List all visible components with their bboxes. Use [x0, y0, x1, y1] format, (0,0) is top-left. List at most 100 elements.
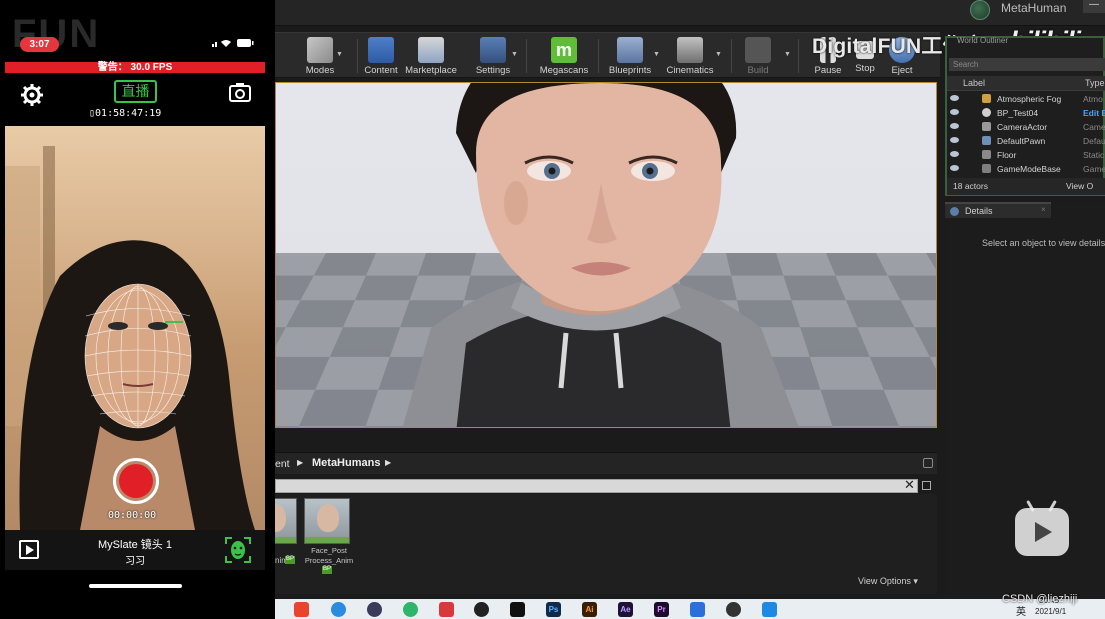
asset-thumbnail[interactable] [304, 498, 350, 544]
taskbar-app-icon[interactable] [726, 602, 741, 617]
illustrator-icon[interactable]: Ai [582, 602, 597, 617]
record-dot [119, 464, 153, 498]
lock-icon[interactable] [923, 458, 933, 468]
row-label: Atmospheric Fog [997, 94, 1062, 104]
column-label-header[interactable]: Label [963, 78, 985, 88]
actor-count: 18 actors [953, 181, 988, 191]
visibility-eye-icon[interactable] [950, 137, 959, 143]
unreal-taskbar-icon[interactable] [474, 602, 489, 617]
content-label: Content [364, 65, 398, 76]
home-indicator[interactable] [89, 584, 182, 588]
outliner-view-options-button[interactable]: View O [1066, 181, 1093, 191]
fps-warning-bar: 警告： 30.0 FPS [5, 62, 265, 73]
after-effects-icon[interactable]: Ae [618, 602, 633, 617]
row-type: Came [1083, 122, 1105, 132]
outliner-search-input[interactable]: Search [949, 58, 1105, 71]
bilibili-tv-icon [1015, 500, 1069, 556]
row-label: Floor [997, 150, 1017, 160]
input-language-indicator[interactable]: 英 [1016, 603, 1026, 618]
row-type: Atmo [1083, 94, 1103, 104]
live-button[interactable]: 直播 [114, 80, 157, 103]
taskbar-app-icon[interactable] [510, 602, 525, 617]
visibility-eye-icon[interactable] [950, 165, 959, 171]
settings-caret-icon[interactable]: ▼ [511, 51, 518, 58]
blueprints-button[interactable]: Blueprints [601, 35, 659, 77]
breadcrumb-arrow-icon[interactable]: ▶ [385, 458, 391, 467]
marketplace-label: Marketplace [405, 65, 457, 76]
taskbar-app-icon[interactable] [439, 602, 454, 617]
build-label: Build [747, 65, 769, 76]
row-label: BP_Test04 [997, 108, 1039, 118]
settings-label: Settings [475, 65, 511, 76]
visibility-eye-icon[interactable] [950, 95, 959, 101]
breadcrumb-metahumans[interactable]: MetaHumans [312, 457, 380, 469]
visibility-eye-icon[interactable] [950, 109, 959, 115]
switch-camera-icon[interactable] [228, 82, 252, 104]
outliner-header: Label Type [947, 76, 1105, 91]
bp-badge: BP [322, 566, 332, 574]
details-tab[interactable]: Details × [945, 202, 1051, 218]
visibility-eye-icon[interactable] [950, 123, 959, 129]
cinematics-button[interactable]: Cinematics [661, 35, 719, 77]
save-search-icon[interactable] [922, 481, 931, 490]
level-viewport[interactable] [275, 82, 937, 428]
breadcrumb-content[interactable]: ent [275, 458, 290, 470]
status-bar-time: 3:07 [20, 37, 59, 52]
record-button[interactable] [113, 458, 159, 504]
taskbar-app-icon[interactable] [403, 602, 418, 617]
marketplace-icon [418, 37, 444, 63]
face-tracking-icon[interactable] [225, 537, 251, 563]
breadcrumb-arrow-icon[interactable]: ▶ [297, 458, 303, 467]
build-caret-icon[interactable]: ▼ [784, 51, 791, 58]
clock-date[interactable]: 2021/9/1 [1035, 607, 1066, 616]
minimize-button[interactable]: — [1083, 0, 1105, 13]
megascans-button[interactable]: m Megascans [535, 35, 593, 77]
outliner-row[interactable]: GameModeBase Game [947, 163, 1105, 176]
row-label: GameModeBase [997, 164, 1061, 174]
blueprints-label: Blueprints [608, 65, 652, 76]
stop-label: Stop [855, 63, 875, 74]
marketplace-button[interactable]: Marketplace [402, 35, 460, 77]
taskbar-app-icon[interactable] [294, 602, 309, 617]
editor-title-bar: MetaHuman — [275, 0, 1105, 26]
edit-blueprint-link[interactable]: Edit B [1083, 108, 1105, 118]
content-browser-path-bar: ent ▶ MetaHumans ▶ [275, 452, 937, 474]
content-icon [368, 37, 394, 63]
outliner-tab[interactable]: World Outliner [957, 36, 1008, 45]
toolbar-separator [526, 39, 527, 73]
content-search-input[interactable]: ✕ [275, 477, 918, 493]
details-empty-hint: Select an object to view details. [982, 238, 1105, 248]
taskbar-app-icon[interactable] [762, 602, 777, 617]
outliner-row[interactable]: CameraActor Came [947, 121, 1105, 134]
modes-icon [307, 37, 333, 63]
phone-live-link-app: FUN 3:07 警告： 30.0 FPS 直播 ▯01:58:47:19 00… [0, 0, 275, 619]
modes-caret-icon[interactable]: ▼ [336, 51, 343, 58]
close-icon[interactable]: × [1041, 205, 1046, 214]
content-view-options-button[interactable]: View Options ▾ [858, 576, 918, 587]
camera-icon [982, 122, 991, 131]
play-takes-button[interactable] [19, 540, 39, 559]
taskbar-app-icon[interactable] [331, 602, 346, 617]
cinematics-caret-icon[interactable]: ▼ [715, 51, 722, 58]
photoshop-icon[interactable]: Ps [546, 602, 561, 617]
slate-name[interactable]: MySlate 镜头 1 [65, 536, 205, 552]
blueprints-caret-icon[interactable]: ▼ [653, 51, 660, 58]
outliner-row[interactable]: Atmospheric Fog Atmo [947, 93, 1105, 106]
outliner-row[interactable]: Floor Static [947, 149, 1105, 162]
modes-label: Modes [305, 65, 335, 76]
column-type-header[interactable]: Type [1085, 78, 1105, 88]
taskbar-app-icon[interactable] [367, 602, 382, 617]
clear-search-icon[interactable]: ✕ [904, 477, 915, 493]
asset-thumbnail[interactable] [275, 498, 297, 544]
build-button[interactable]: Build [729, 35, 787, 77]
status-bar-icons [212, 38, 262, 50]
gear-icon[interactable] [20, 83, 44, 107]
pawn-icon [982, 136, 991, 145]
premiere-icon[interactable]: Pr [654, 602, 669, 617]
megascans-label: Megascans [539, 65, 589, 76]
outliner-row[interactable]: BP_Test04 Edit B [947, 107, 1105, 120]
cinematics-label: Cinematics [666, 65, 714, 76]
visibility-eye-icon[interactable] [950, 151, 959, 157]
taskbar-app-icon[interactable] [690, 602, 705, 617]
outliner-row[interactable]: DefaultPawn Defau [947, 135, 1105, 148]
